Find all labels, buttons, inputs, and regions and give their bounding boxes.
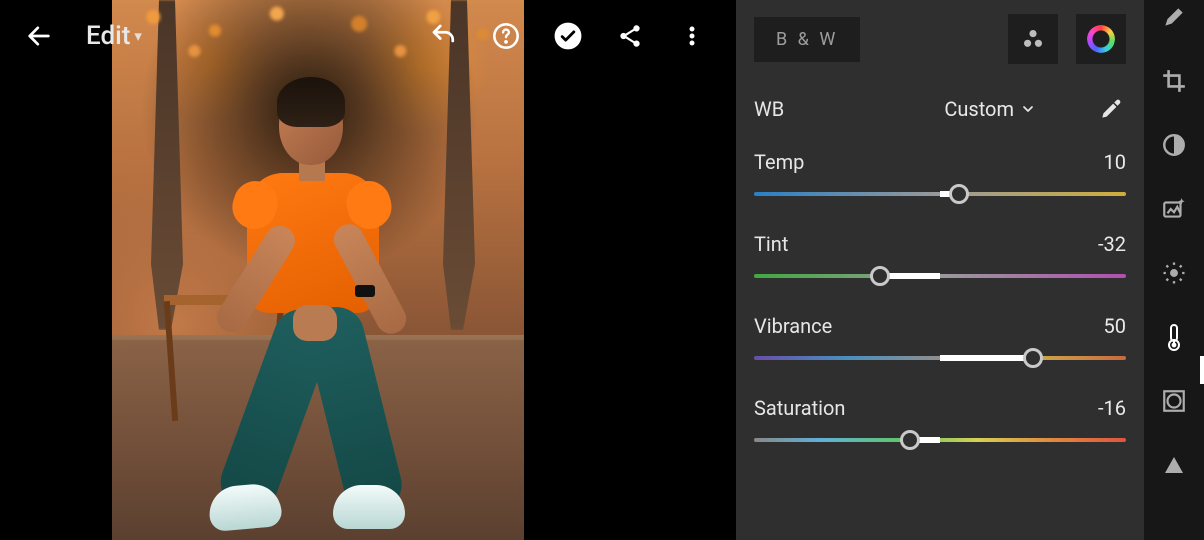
triangle-icon [1162, 453, 1186, 477]
light-tool[interactable] [1159, 258, 1189, 288]
help-icon [492, 22, 520, 50]
share-icon [617, 23, 643, 49]
back-button[interactable] [22, 19, 56, 53]
tool-strip [1144, 0, 1204, 540]
autofix-tool[interactable] [1159, 194, 1189, 224]
saturation-slider[interactable] [754, 430, 1126, 450]
help-button[interactable] [484, 14, 528, 58]
mixer-icon [1020, 26, 1046, 52]
vignette-square-icon [1161, 388, 1187, 414]
page-title: Edit [86, 21, 130, 51]
eyedropper-icon [1098, 96, 1124, 122]
slider-track [754, 438, 1126, 442]
active-tool-marker [1200, 356, 1204, 384]
color-mixer-button[interactable] [1008, 14, 1058, 64]
wb-mode-select[interactable]: Custom [944, 97, 1036, 121]
bw-toggle-button[interactable]: B & W [754, 17, 860, 62]
undo-icon [429, 21, 459, 51]
vibrance-label: Vibrance [754, 314, 832, 338]
vibrance-slider[interactable] [754, 348, 1126, 368]
color-ring-icon [1087, 25, 1115, 53]
more-vert-icon [680, 24, 704, 48]
vignette-tool[interactable] [1159, 386, 1189, 416]
slider-track [754, 274, 1126, 278]
wb-label: WB [754, 97, 784, 121]
thermometer-icon [1162, 323, 1186, 351]
color-panel: B & W WB Custom Temp 10 [736, 0, 1144, 540]
contrast-tool[interactable] [1159, 130, 1189, 160]
wb-eyedropper-button[interactable] [1096, 96, 1126, 122]
auto-photo-icon [1161, 196, 1187, 222]
back-arrow-icon [25, 22, 53, 50]
healing-tool[interactable] [1159, 2, 1189, 32]
approve-button[interactable] [546, 14, 590, 58]
check-circle-icon [554, 22, 582, 50]
slider-thumb[interactable] [949, 184, 969, 204]
crop-icon [1161, 68, 1187, 94]
temp-slider[interactable] [754, 184, 1126, 204]
tint-label: Tint [754, 232, 788, 256]
color-tool[interactable] [1159, 322, 1189, 352]
healing-brush-icon [1161, 4, 1187, 30]
tint-slider[interactable] [754, 266, 1126, 286]
undo-button[interactable] [422, 14, 466, 58]
saturation-label: Saturation [754, 396, 845, 420]
chevron-down-icon: ▾ [134, 27, 142, 45]
chevron-down-icon [1020, 101, 1036, 117]
vibrance-value: 50 [1104, 314, 1126, 338]
temp-label: Temp [754, 150, 804, 174]
detail-tool[interactable] [1159, 450, 1189, 480]
more-button[interactable] [670, 14, 714, 58]
top-toolbar: Edit ▾ [0, 0, 736, 72]
slider-thumb[interactable] [1023, 348, 1043, 368]
slider-thumb[interactable] [870, 266, 890, 286]
tint-value: -32 [1098, 232, 1126, 256]
color-tab-button[interactable] [1076, 14, 1126, 64]
slider-thumb[interactable] [900, 430, 920, 450]
slider-fill [940, 355, 1033, 361]
preview-image[interactable] [112, 0, 524, 540]
light-dial-icon [1160, 259, 1188, 287]
wb-row: WB Custom [754, 96, 1126, 122]
page-title-dropdown[interactable]: Edit ▾ [86, 21, 142, 51]
image-viewer: Edit ▾ [0, 0, 736, 540]
share-button[interactable] [608, 14, 652, 58]
contrast-circle-icon [1161, 132, 1187, 158]
crop-tool[interactable] [1159, 66, 1189, 96]
wb-mode-value: Custom [944, 97, 1014, 121]
saturation-value: -16 [1098, 396, 1126, 420]
temp-value: 10 [1104, 150, 1126, 174]
